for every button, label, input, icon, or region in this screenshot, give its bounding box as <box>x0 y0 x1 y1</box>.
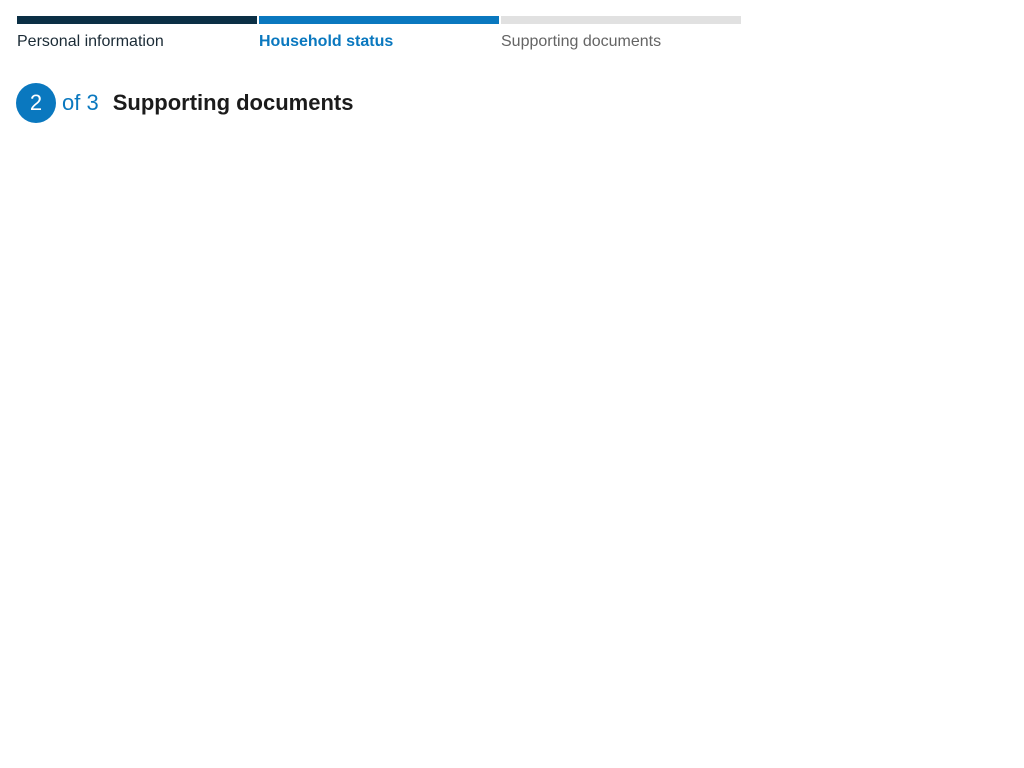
step-total: of 3 <box>62 90 99 115</box>
step-personal-information: Personal information <box>17 16 257 51</box>
step-label: Supporting documents <box>501 33 662 50</box>
step-label: Personal information <box>17 33 164 50</box>
step-bar-segment <box>17 16 257 24</box>
current-step-number: 2 <box>16 83 56 123</box>
step-label: Household status <box>259 33 394 50</box>
step-indicator: 2 of 3 Supporting documents <box>16 83 353 123</box>
step-progress-bar: Personal information Household status Su… <box>17 16 741 51</box>
step-bar-segment <box>501 16 741 24</box>
step-household-status: Household status <box>259 16 499 51</box>
step-bar-segment <box>259 16 499 24</box>
step-supporting-documents: Supporting documents <box>501 16 741 51</box>
step-heading: Supporting documents <box>112 90 354 115</box>
